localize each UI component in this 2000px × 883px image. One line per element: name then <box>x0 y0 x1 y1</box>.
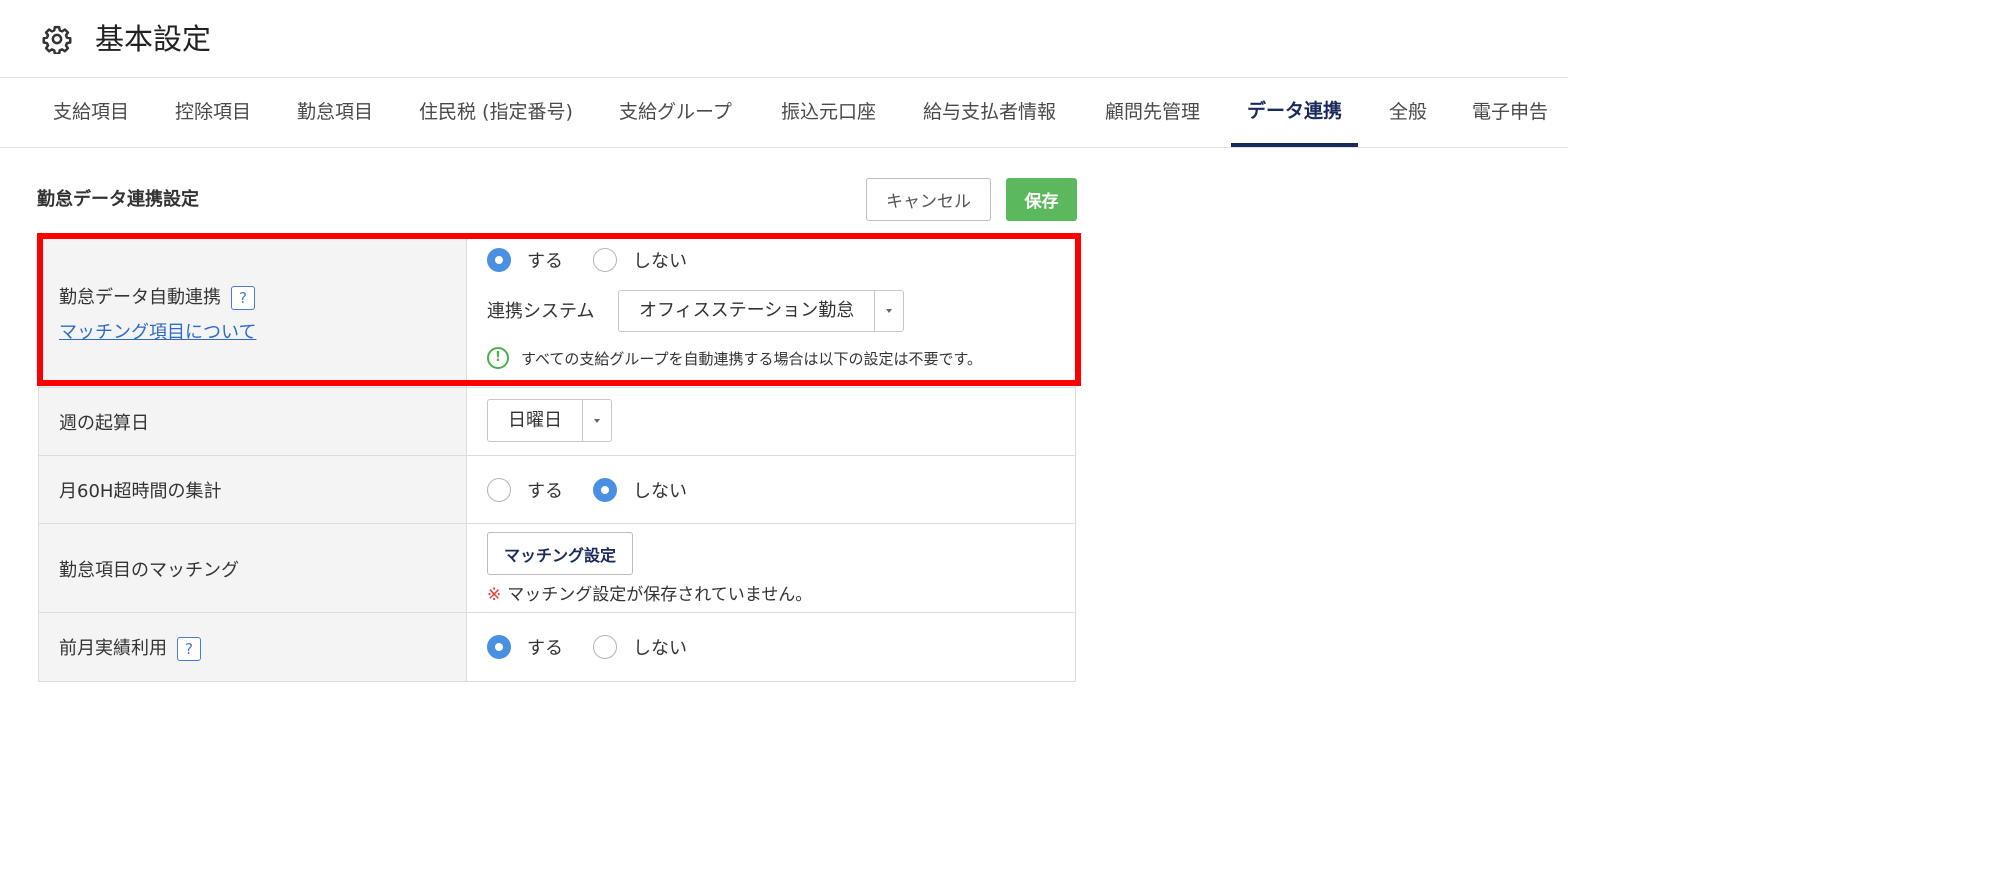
matching-settings-button[interactable]: マッチング設定 <box>487 532 634 575</box>
tab-resident-tax[interactable]: 住民税 (指定番号) <box>403 78 589 147</box>
settings-table: 勤怠データ自動連携? マッチング項目について する しない 連携システム オフィ… <box>38 234 1076 682</box>
radio-auto-no[interactable]: しない <box>593 247 687 273</box>
radio-auto-yes[interactable]: する <box>487 247 563 273</box>
row-label: 月60H超時間の集計 <box>59 481 222 502</box>
radio-dot <box>487 478 511 502</box>
radio-dot <box>593 635 617 659</box>
radio-overtime-no[interactable]: しない <box>593 477 687 503</box>
tab-payment-items[interactable]: 支給項目 <box>37 78 145 147</box>
tab-payment-groups[interactable]: 支給グループ <box>603 78 748 147</box>
value-cell: 日曜日 <box>487 388 1075 455</box>
help-icon[interactable]: ? <box>177 637 201 661</box>
label-cell: 勤怠項目のマッチング <box>39 524 467 612</box>
value-cell: する しない <box>487 613 1075 681</box>
row-label-text: 勤怠データ自動連携 <box>59 287 221 308</box>
value-cell: マッチング設定 ※ マッチング設定が保存されていません。 <box>487 524 1075 612</box>
row-label: 勤怠項目のマッチング <box>59 560 239 581</box>
save-button[interactable]: 保存 <box>1006 178 1077 221</box>
radio-prev-yes[interactable]: する <box>487 634 563 660</box>
row-prev-month: 前月実績利用? する しない <box>39 613 1075 681</box>
row-label: 前月実績利用? <box>59 634 201 661</box>
row-label-text: 前月実績利用 <box>59 638 167 659</box>
chevron-down-icon <box>874 291 903 331</box>
radio-dot <box>593 478 617 502</box>
section-title: 勤怠データ連携設定 <box>37 189 199 210</box>
info-message: ! すべての支給グループを自動連携する場合は以下の設定は不要です。 <box>487 347 982 369</box>
row-overtime-60h: 月60H超時間の集計 する しない <box>39 456 1075 524</box>
prev-month-radio-group: する しない <box>487 634 717 660</box>
info-icon: ! <box>487 347 509 369</box>
row-attendance-matching: 勤怠項目のマッチング マッチング設定 ※ マッチング設定が保存されていません。 <box>39 524 1075 613</box>
auto-integration-radio-group: する しない <box>487 247 717 273</box>
label-cell: 前月実績利用? <box>39 613 467 681</box>
value-cell: する しない <box>487 456 1075 523</box>
chevron-down-icon <box>582 400 611 441</box>
info-text: すべての支給グループを自動連携する場合は以下の設定は不要です。 <box>521 349 982 368</box>
week-start-select-value: 日曜日 <box>508 410 562 431</box>
radio-prev-no[interactable]: しない <box>593 634 687 660</box>
radio-label: する <box>527 481 563 502</box>
row-week-start: 週の起算日 日曜日 <box>39 388 1075 456</box>
system-label: 連携システム <box>487 301 595 322</box>
warning-mark: ※ <box>487 585 502 605</box>
tab-deduction-items[interactable]: 控除項目 <box>159 78 267 147</box>
radio-overtime-yes[interactable]: する <box>487 477 563 503</box>
tab-client-management[interactable]: 顧問先管理 <box>1089 78 1216 147</box>
tab-attendance-items[interactable]: 勤怠項目 <box>281 78 389 147</box>
radio-label: しない <box>633 638 687 659</box>
tab-data-integration[interactable]: データ連携 <box>1231 78 1359 147</box>
overtime-radio-group: する しない <box>487 477 717 503</box>
row-auto-integration: 勤怠データ自動連携? マッチング項目について する しない 連携システム オフィ… <box>39 235 1075 388</box>
tab-payer-info[interactable]: 給与支払者情報 <box>907 78 1072 147</box>
settings-tabs: 支給項目 控除項目 勤怠項目 住民税 (指定番号) 支給グループ 振込元口座 給… <box>0 78 1568 148</box>
tab-e-filing[interactable]: 電子申告 <box>1456 78 1564 147</box>
radio-dot <box>593 248 617 272</box>
cancel-button[interactable]: キャンセル <box>866 178 991 221</box>
week-start-select[interactable]: 日曜日 <box>487 399 612 442</box>
page-title: 基本設定 <box>95 22 212 56</box>
tab-transfer-account[interactable]: 振込元口座 <box>765 78 892 147</box>
matching-items-link[interactable]: マッチング項目について <box>59 318 256 344</box>
help-icon[interactable]: ? <box>231 286 255 310</box>
radio-dot <box>487 635 511 659</box>
tab-general[interactable]: 全般 <box>1373 78 1443 147</box>
system-select-value: オフィスステーション勤怠 <box>639 300 855 321</box>
matching-warning: ※ マッチング設定が保存されていません。 <box>487 580 812 605</box>
system-select[interactable]: オフィスステーション勤怠 <box>618 290 905 332</box>
page-header: 基本設定 <box>0 0 1568 78</box>
label-cell: 勤怠データ自動連携? マッチング項目について <box>39 235 467 387</box>
gear-icon <box>42 25 72 54</box>
value-cell: する しない 連携システム オフィスステーション勤怠 ! すべての支給グループを… <box>487 235 1075 387</box>
radio-label: する <box>527 638 563 659</box>
radio-dot <box>487 248 511 272</box>
row-label: 週の起算日 <box>59 413 149 434</box>
radio-label: しない <box>633 251 687 272</box>
label-cell: 週の起算日 <box>39 388 467 455</box>
radio-label: する <box>527 251 563 272</box>
label-cell: 月60H超時間の集計 <box>39 456 467 523</box>
row-label: 勤怠データ自動連携? <box>59 283 255 310</box>
radio-label: しない <box>633 481 687 502</box>
warning-text: マッチング設定が保存されていません。 <box>507 585 813 605</box>
